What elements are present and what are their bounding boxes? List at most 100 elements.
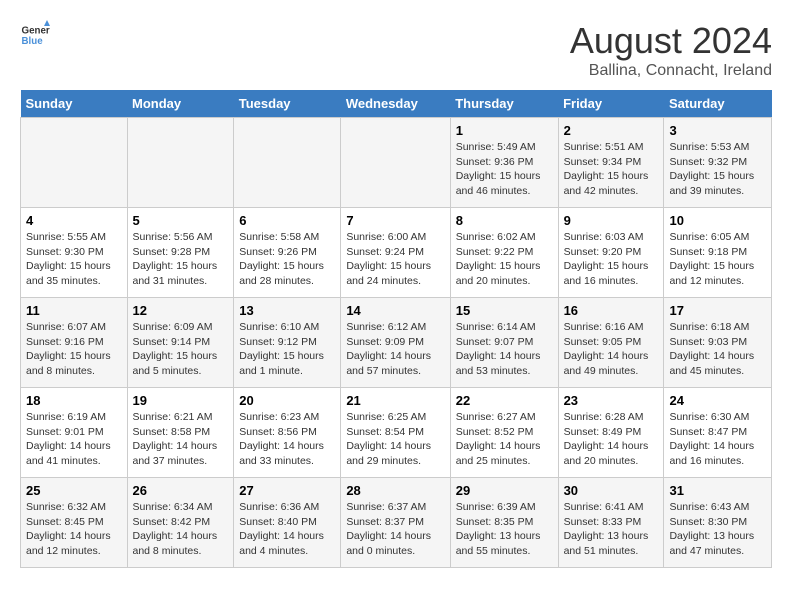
calendar-cell [234, 118, 341, 208]
calendar-cell: 18 Sunrise: 6:19 AM Sunset: 9:01 PM Dayli… [21, 388, 128, 478]
day-number: 8 [456, 213, 553, 228]
calendar-header-row: SundayMondayTuesdayWednesdayThursdayFrid… [21, 90, 772, 118]
logo-icon: General Blue [20, 20, 50, 50]
day-number: 2 [564, 123, 659, 138]
calendar-cell: 7Sunrise: 6:00 AM Sunset: 9:24 PM Daylig… [341, 208, 450, 298]
calendar-cell: 23Sunrise: 6:28 AM Sunset: 8:49 PM Dayli… [558, 388, 664, 478]
calendar-cell: 11 Sunrise: 6:07 AM Sunset: 9:16 PM Dayli… [21, 298, 128, 388]
calendar-week-row: 18 Sunrise: 6:19 AM Sunset: 9:01 PM Dayli… [21, 388, 772, 478]
day-number: 4 [26, 213, 122, 228]
day-info: Sunrise: 6:19 AM Sunset: 9:01 PM Dayligh… [26, 410, 122, 469]
day-number: 29 [456, 483, 553, 498]
day-info: Sunrise: 6:39 AM Sunset: 8:35 PM Dayligh… [456, 500, 553, 559]
day-number: 28 [346, 483, 444, 498]
day-number: 12 [133, 303, 229, 318]
day-number: 24 [669, 393, 766, 408]
calendar-cell: 27 Sunrise: 6:36 AM Sunset: 8:40 PM Dayli… [234, 478, 341, 568]
day-number: 19 [133, 393, 229, 408]
day-info: Sunrise: 6:25 AM Sunset: 8:54 PM Dayligh… [346, 410, 444, 469]
day-info: Sunrise: 5:51 AM Sunset: 9:34 PM Dayligh… [564, 140, 659, 199]
calendar-cell: 31Sunrise: 6:43 AM Sunset: 8:30 PM Dayli… [664, 478, 772, 568]
calendar-week-row: 4 Sunrise: 5:55 AM Sunset: 9:30 PM Daylig… [21, 208, 772, 298]
header-day-tuesday: Tuesday [234, 90, 341, 118]
day-number: 5 [133, 213, 229, 228]
calendar-cell: 10 Sunrise: 6:05 AM Sunset: 9:18 PM Dayli… [664, 208, 772, 298]
calendar-cell: 17 Sunrise: 6:18 AM Sunset: 9:03 PM Dayli… [664, 298, 772, 388]
calendar-week-row: 1 Sunrise: 5:49 AM Sunset: 9:36 PM Daylig… [21, 118, 772, 208]
day-number: 30 [564, 483, 659, 498]
day-number: 13 [239, 303, 335, 318]
day-info: Sunrise: 6:07 AM Sunset: 9:16 PM Dayligh… [26, 320, 122, 379]
day-number: 15 [456, 303, 553, 318]
calendar-cell: 12 Sunrise: 6:09 AM Sunset: 9:14 PM Dayli… [127, 298, 234, 388]
subtitle: Ballina, Connacht, Ireland [570, 62, 772, 80]
day-number: 21 [346, 393, 444, 408]
calendar-cell [341, 118, 450, 208]
day-number: 22 [456, 393, 553, 408]
day-number: 18 [26, 393, 122, 408]
day-info: Sunrise: 6:05 AM Sunset: 9:18 PM Dayligh… [669, 230, 766, 289]
calendar-cell: 4 Sunrise: 5:55 AM Sunset: 9:30 PM Daylig… [21, 208, 128, 298]
calendar-week-row: 25Sunrise: 6:32 AM Sunset: 8:45 PM Dayli… [21, 478, 772, 568]
header-day-wednesday: Wednesday [341, 90, 450, 118]
day-number: 1 [456, 123, 553, 138]
day-info: Sunrise: 6:10 AM Sunset: 9:12 PM Dayligh… [239, 320, 335, 379]
day-number: 7 [346, 213, 444, 228]
day-info: Sunrise: 5:55 AM Sunset: 9:30 PM Dayligh… [26, 230, 122, 289]
calendar-cell: 13 Sunrise: 6:10 AM Sunset: 9:12 PM Dayli… [234, 298, 341, 388]
day-number: 6 [239, 213, 335, 228]
calendar-cell: 2 Sunrise: 5:51 AM Sunset: 9:34 PM Daylig… [558, 118, 664, 208]
day-info: Sunrise: 5:49 AM Sunset: 9:36 PM Dayligh… [456, 140, 553, 199]
day-info: Sunrise: 5:53 AM Sunset: 9:32 PM Dayligh… [669, 140, 766, 199]
calendar-week-row: 11 Sunrise: 6:07 AM Sunset: 9:16 PM Dayli… [21, 298, 772, 388]
calendar-cell: 25Sunrise: 6:32 AM Sunset: 8:45 PM Dayli… [21, 478, 128, 568]
day-number: 16 [564, 303, 659, 318]
day-info: Sunrise: 6:18 AM Sunset: 9:03 PM Dayligh… [669, 320, 766, 379]
day-info: Sunrise: 6:27 AM Sunset: 8:52 PM Dayligh… [456, 410, 553, 469]
day-info: Sunrise: 6:23 AM Sunset: 8:56 PM Dayligh… [239, 410, 335, 469]
header: General Blue August 2024 Ballina, Connac… [20, 20, 772, 80]
day-number: 3 [669, 123, 766, 138]
day-number: 25 [26, 483, 122, 498]
header-day-sunday: Sunday [21, 90, 128, 118]
day-info: Sunrise: 6:34 AM Sunset: 8:42 PM Dayligh… [133, 500, 229, 559]
day-info: Sunrise: 6:12 AM Sunset: 9:09 PM Dayligh… [346, 320, 444, 379]
main-title: August 2024 [570, 20, 772, 62]
day-number: 11 [26, 303, 122, 318]
calendar-cell: 24Sunrise: 6:30 AM Sunset: 8:47 PM Dayli… [664, 388, 772, 478]
day-info: Sunrise: 6:02 AM Sunset: 9:22 PM Dayligh… [456, 230, 553, 289]
logo: General Blue [20, 20, 50, 50]
day-info: Sunrise: 6:03 AM Sunset: 9:20 PM Dayligh… [564, 230, 659, 289]
day-info: Sunrise: 6:41 AM Sunset: 8:33 PM Dayligh… [564, 500, 659, 559]
calendar-cell: 30 Sunrise: 6:41 AM Sunset: 8:33 PM Dayli… [558, 478, 664, 568]
title-section: August 2024 Ballina, Connacht, Ireland [570, 20, 772, 80]
day-number: 10 [669, 213, 766, 228]
day-info: Sunrise: 6:37 AM Sunset: 8:37 PM Dayligh… [346, 500, 444, 559]
calendar-cell: 9 Sunrise: 6:03 AM Sunset: 9:20 PM Daylig… [558, 208, 664, 298]
calendar-cell [127, 118, 234, 208]
day-info: Sunrise: 6:28 AM Sunset: 8:49 PM Dayligh… [564, 410, 659, 469]
calendar-cell: 5Sunrise: 5:56 AM Sunset: 9:28 PM Daylig… [127, 208, 234, 298]
calendar-cell: 22 Sunrise: 6:27 AM Sunset: 8:52 PM Dayli… [450, 388, 558, 478]
day-info: Sunrise: 6:09 AM Sunset: 9:14 PM Dayligh… [133, 320, 229, 379]
day-info: Sunrise: 6:16 AM Sunset: 9:05 PM Dayligh… [564, 320, 659, 379]
header-day-saturday: Saturday [664, 90, 772, 118]
day-info: Sunrise: 6:14 AM Sunset: 9:07 PM Dayligh… [456, 320, 553, 379]
calendar-cell: 21 Sunrise: 6:25 AM Sunset: 8:54 PM Dayli… [341, 388, 450, 478]
day-number: 20 [239, 393, 335, 408]
calendar-cell: 26Sunrise: 6:34 AM Sunset: 8:42 PM Dayli… [127, 478, 234, 568]
calendar-cell: 3 Sunrise: 5:53 AM Sunset: 9:32 PM Daylig… [664, 118, 772, 208]
calendar-cell: 8 Sunrise: 6:02 AM Sunset: 9:22 PM Daylig… [450, 208, 558, 298]
calendar-cell: 19Sunrise: 6:21 AM Sunset: 8:58 PM Dayli… [127, 388, 234, 478]
header-day-monday: Monday [127, 90, 234, 118]
calendar-cell: 29 Sunrise: 6:39 AM Sunset: 8:35 PM Dayli… [450, 478, 558, 568]
calendar-cell: 1 Sunrise: 5:49 AM Sunset: 9:36 PM Daylig… [450, 118, 558, 208]
calendar-table: SundayMondayTuesdayWednesdayThursdayFrid… [20, 90, 772, 568]
day-info: Sunrise: 6:36 AM Sunset: 8:40 PM Dayligh… [239, 500, 335, 559]
day-info: Sunrise: 5:58 AM Sunset: 9:26 PM Dayligh… [239, 230, 335, 289]
day-info: Sunrise: 6:43 AM Sunset: 8:30 PM Dayligh… [669, 500, 766, 559]
header-day-friday: Friday [558, 90, 664, 118]
day-number: 27 [239, 483, 335, 498]
day-number: 9 [564, 213, 659, 228]
day-number: 17 [669, 303, 766, 318]
